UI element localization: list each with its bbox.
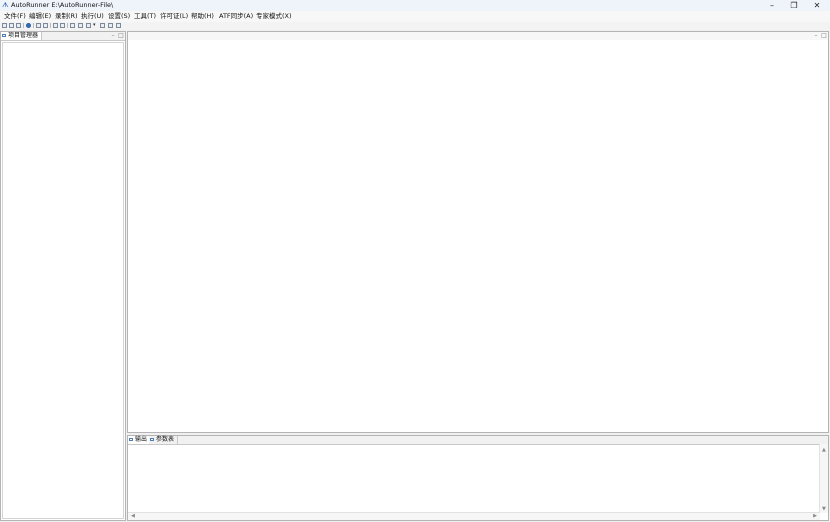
project-folder-icon	[2, 34, 6, 37]
menu-file[interactable]: 文件(F)	[4, 12, 26, 21]
project-manager-tabstrip: 项目管理器 – □	[1, 32, 125, 41]
scroll-left-icon[interactable]: ◀	[131, 513, 135, 519]
open-icon[interactable]	[9, 23, 14, 28]
editor-area[interactable]	[128, 40, 828, 432]
output-horizontal-scrollbar[interactable]: ◀ ▶	[128, 512, 820, 520]
output-tabstrip: 输出 参数表	[128, 436, 828, 445]
menu-settings[interactable]: 设置(S)	[108, 12, 130, 21]
tab-parameter-table-label: 参数表	[156, 436, 175, 443]
toolbar-separator	[50, 23, 51, 28]
title-bar: ᗑ AutoRunner E:\AutoRunner-File\ – ❐ ✕	[0, 0, 830, 11]
menu-help[interactable]: 帮助(H)	[191, 12, 214, 21]
project-manager-panel: 项目管理器 – □	[0, 31, 126, 521]
menu-atf-sync[interactable]: ATF同步(A)	[219, 12, 253, 21]
menu-license[interactable]: 许可证(L)	[160, 12, 188, 21]
app-logo-icon: ᗑ	[2, 1, 9, 9]
tab-project-manager-label: 项目管理器	[8, 32, 39, 39]
menu-record[interactable]: 录制(R)	[55, 12, 78, 21]
window-icon[interactable]	[108, 23, 113, 28]
replace-icon[interactable]	[60, 23, 65, 28]
tab-output-label: 输出	[135, 436, 148, 443]
output-text-area[interactable]	[128, 445, 820, 513]
record-icon[interactable]	[26, 23, 31, 28]
scroll-right-icon[interactable]: ▶	[813, 513, 817, 519]
scroll-down-icon[interactable]: ▼	[822, 506, 826, 512]
output-panel: 输出 参数表 ▲ ▼ ◀ ▶	[127, 435, 829, 521]
editor-panel: – □	[127, 31, 829, 433]
tab-project-manager[interactable]: 项目管理器	[1, 32, 43, 40]
panel-maximize-button[interactable]: □	[118, 32, 124, 40]
checkpoint-icon[interactable]	[86, 23, 91, 28]
tab-parameter-table[interactable]: 参数表	[149, 436, 179, 444]
step-icon[interactable]	[43, 23, 48, 28]
toolbar-separator	[67, 23, 68, 28]
table-icon	[150, 438, 154, 441]
menu-edit[interactable]: 编辑(E)	[29, 12, 51, 21]
menu-execute[interactable]: 执行(U)	[81, 12, 104, 21]
minimize-button[interactable]: –	[761, 0, 783, 11]
grid-icon[interactable]	[100, 23, 105, 28]
panel-minimize-button[interactable]: –	[110, 32, 116, 40]
new-icon[interactable]	[2, 23, 7, 28]
menu-tools[interactable]: 工具(T)	[134, 12, 156, 21]
dropdown-icon[interactable]: ▾	[93, 23, 98, 28]
find-icon[interactable]	[53, 23, 58, 28]
editor-maximize-button[interactable]: □	[821, 32, 827, 40]
toolbar-separator	[33, 23, 34, 28]
close-button[interactable]: ✕	[806, 0, 828, 11]
toolbar: ▾	[0, 22, 830, 30]
toolbar-separator	[23, 23, 24, 28]
run-icon[interactable]	[36, 23, 41, 28]
window-title: AutoRunner E:\AutoRunner-File\	[11, 1, 114, 9]
editor-minimize-button[interactable]: –	[813, 32, 819, 40]
restore-button[interactable]: ❐	[783, 0, 805, 11]
compare-icon[interactable]	[78, 23, 83, 28]
project-tree-area[interactable]	[2, 42, 124, 519]
save-icon[interactable]	[16, 23, 21, 28]
output-icon	[129, 438, 133, 441]
tab-output[interactable]: 输出	[128, 436, 152, 444]
report-icon[interactable]	[116, 23, 121, 28]
output-vertical-scrollbar[interactable]: ▲ ▼	[819, 444, 828, 513]
text-icon[interactable]	[70, 23, 75, 28]
scroll-up-icon[interactable]: ▲	[822, 447, 826, 453]
menu-expert-mode[interactable]: 专家模式(X)	[256, 12, 292, 21]
